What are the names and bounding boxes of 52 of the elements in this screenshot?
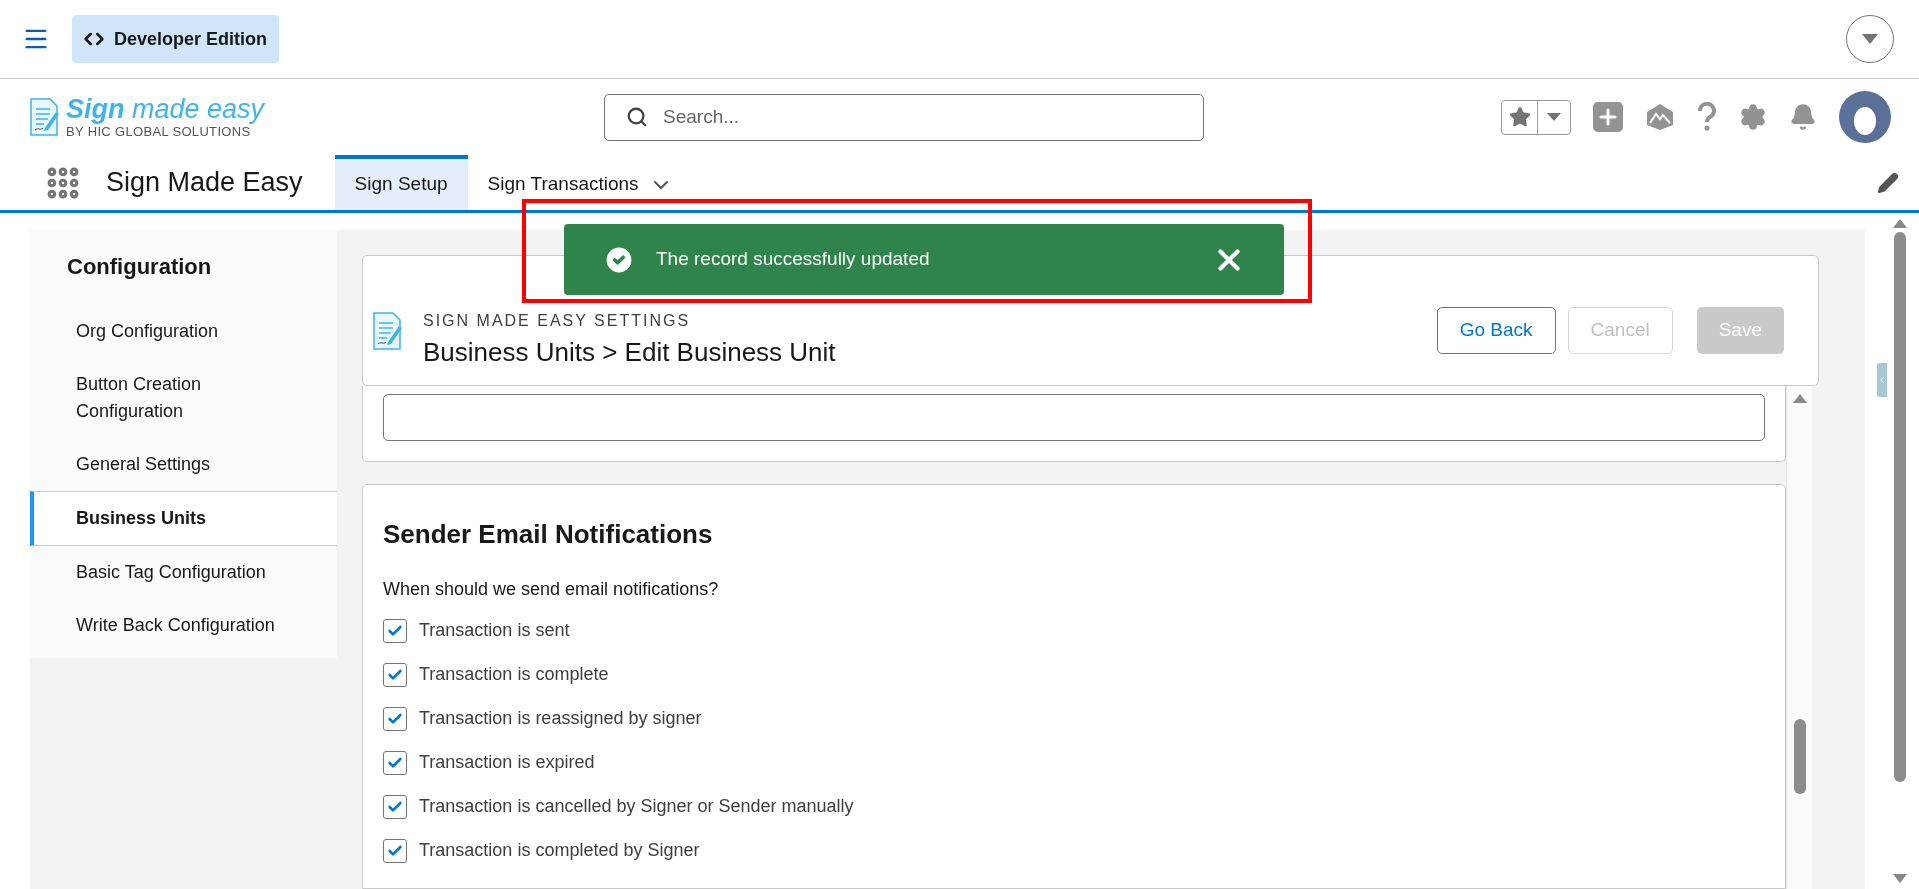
- checkbox[interactable]: [383, 794, 407, 819]
- checkbox-label: Transaction is expired: [419, 751, 595, 774]
- website-field[interactable]: [383, 394, 1765, 441]
- sidebar-item[interactable]: Button Creation Configuration: [30, 358, 310, 438]
- checkbox[interactable]: [383, 750, 407, 775]
- checkbox-label: Transaction is cancelled by Signer or Sender manually: [419, 795, 854, 818]
- checkbox[interactable]: [383, 618, 407, 643]
- checkbox-label: Transaction is sent: [419, 619, 570, 642]
- sidebar-item[interactable]: Business Units: [30, 491, 337, 546]
- scroll-up-icon[interactable]: [1893, 219, 1907, 228]
- star-icon: [1508, 106, 1531, 128]
- notifications-icon[interactable]: [1789, 103, 1817, 131]
- scroll-up-icon[interactable]: [1792, 394, 1807, 403]
- caret-icon: [1547, 113, 1561, 121]
- section-title: Sender Email Notifications: [383, 518, 714, 551]
- app-name: Sign Made Easy: [106, 166, 303, 200]
- search-icon: [626, 105, 648, 128]
- mountain-icon[interactable]: [1645, 103, 1675, 131]
- edit-icon[interactable]: [1877, 171, 1899, 194]
- settings-icon[interactable]: [1739, 103, 1767, 131]
- sidebar-title: Configuration: [66, 253, 213, 281]
- checkbox-label: Transaction is complete: [419, 663, 609, 686]
- checkbox-label: Transaction is completed by Signer: [419, 839, 700, 862]
- section-question: When should we send email notifications?: [383, 578, 720, 601]
- favorites-button[interactable]: [1501, 99, 1571, 135]
- checkbox-label: Transaction is reassigned by signer: [419, 707, 702, 730]
- add-icon[interactable]: [1593, 102, 1623, 132]
- nav-tab[interactable]: Sign Transactions: [467, 155, 693, 210]
- chevron-left-icon: [1877, 375, 1887, 385]
- page-eyebrow: SIGN MADE EASY SETTINGS: [423, 311, 692, 331]
- scroll-down-icon[interactable]: [1893, 874, 1907, 883]
- scrollbar-thumb[interactable]: [1793, 719, 1806, 794]
- caret-icon: [1862, 34, 1878, 44]
- scrollbar-thumb[interactable]: [1894, 232, 1906, 782]
- logo-tagline: BY HIC GLOBAL SOLUTIONS: [66, 125, 252, 138]
- search-field[interactable]: Search...: [604, 93, 1204, 141]
- toast-message: The record successfully updated: [564, 224, 1284, 295]
- document-icon: [28, 95, 60, 139]
- header-button[interactable]: Go Back: [1436, 307, 1556, 354]
- sidebar-item[interactable]: General Settings: [30, 438, 310, 491]
- page-title: Business Units > Edit Business Unit: [423, 336, 836, 369]
- sidebar-item[interactable]: Org Configuration: [30, 305, 310, 358]
- help-icon[interactable]: [1697, 102, 1717, 132]
- sidebar-item[interactable]: Basic Tag Configuration: [30, 546, 310, 599]
- checkbox[interactable]: [383, 662, 407, 687]
- nav-tab[interactable]: Sign Setup: [334, 155, 468, 210]
- checkbox[interactable]: [383, 838, 407, 863]
- sidebar-item[interactable]: Write Back Configuration: [30, 599, 310, 652]
- avatar[interactable]: [1839, 91, 1891, 143]
- edition-chip[interactable]: Developer Edition: [72, 15, 280, 63]
- logo-wordmark: Sign made easy: [66, 96, 265, 123]
- checkbox[interactable]: [383, 706, 407, 731]
